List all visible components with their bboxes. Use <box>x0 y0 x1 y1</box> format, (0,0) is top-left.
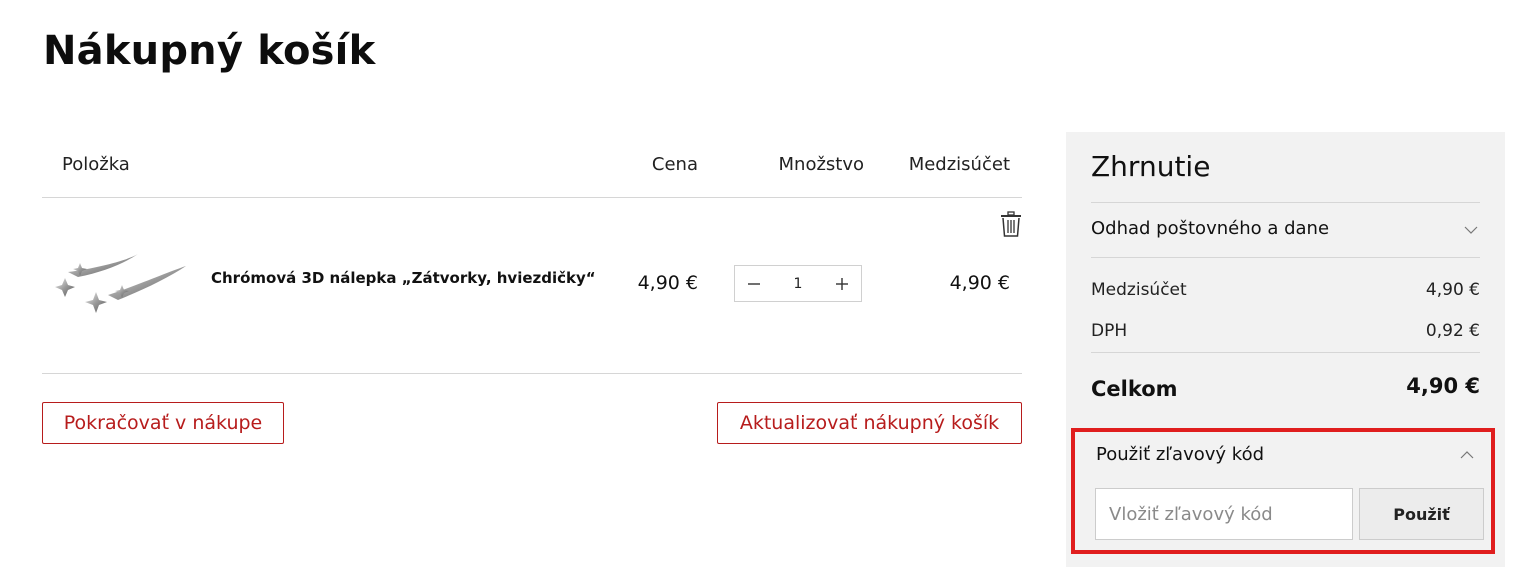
divider <box>1091 257 1480 258</box>
header-item: Položka <box>62 154 130 175</box>
divider <box>1091 352 1480 353</box>
discount-toggle[interactable]: Použiť zľavový kód <box>1096 444 1264 465</box>
page-title: Nákupný košík <box>43 28 376 74</box>
shipping-tax-label: Odhad poštovného a dane <box>1091 218 1330 239</box>
product-image[interactable] <box>48 250 188 320</box>
product-name-link[interactable]: Chrómová 3D nálepka „Zátvorky, hviezdičk… <box>211 269 596 287</box>
decrease-quantity-button[interactable] <box>735 266 773 301</box>
chevron-down-icon <box>1464 226 1478 234</box>
cart-item-row: Chrómová 3D nálepka „Zátvorky, hviezdičk… <box>42 198 1022 374</box>
discount-code-section: Použiť zľavový kód Použiť <box>1071 428 1495 554</box>
item-price: 4,90 € <box>637 272 698 294</box>
divider <box>1091 202 1480 203</box>
total-label: Celkom <box>1091 377 1178 401</box>
update-cart-button[interactable]: Aktualizovať nákupný košík <box>717 402 1022 444</box>
item-subtotal: 4,90 € <box>949 272 1010 294</box>
summary-subtotal-value: 4,90 € <box>1425 280 1480 300</box>
summary-title: Zhrnutie <box>1091 150 1211 183</box>
increase-quantity-button[interactable] <box>823 266 861 301</box>
summary-tax-value: 0,92 € <box>1425 321 1480 341</box>
trash-icon[interactable] <box>1000 211 1022 237</box>
cart-table: Položka Cena Množstvo Medzisúčet Chrómov… <box>42 132 1022 374</box>
apply-discount-button[interactable]: Použiť <box>1359 488 1484 540</box>
shipping-tax-toggle[interactable]: Odhad poštovného a dane <box>1091 218 1480 239</box>
discount-code-input[interactable] <box>1095 488 1353 540</box>
header-quantity: Množstvo <box>778 154 865 175</box>
cart-table-header: Položka Cena Množstvo Medzisúčet <box>42 132 1022 198</box>
header-price: Cena <box>651 154 698 175</box>
quantity-stepper: 1 <box>734 265 862 302</box>
header-subtotal: Medzisúčet <box>908 154 1010 175</box>
quantity-value[interactable]: 1 <box>773 276 823 292</box>
total-value: 4,90 € <box>1406 374 1480 398</box>
chevron-up-icon[interactable] <box>1460 448 1474 462</box>
minus-icon <box>748 282 760 285</box>
plus-icon <box>836 277 848 290</box>
continue-shopping-button[interactable]: Pokračovať v nákupe <box>42 402 284 444</box>
summary-tax-label: DPH <box>1091 321 1128 341</box>
summary-subtotal-label: Medzisúčet <box>1091 280 1187 300</box>
